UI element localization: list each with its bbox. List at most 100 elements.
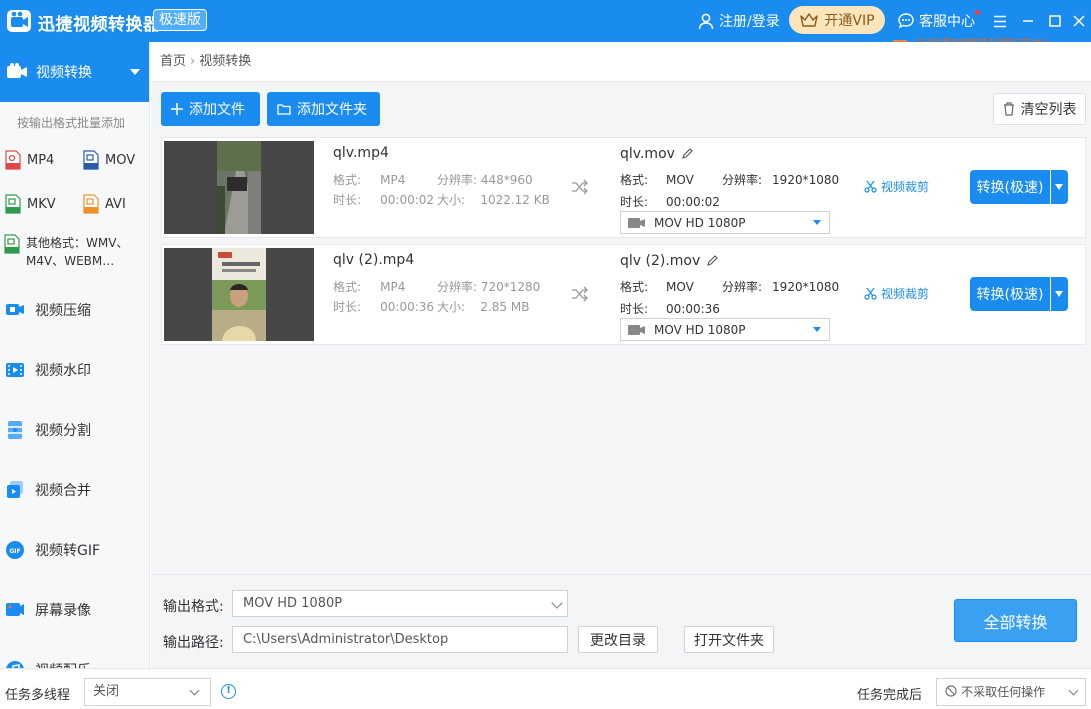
chevron-down-icon [551,597,563,609]
vip-button[interactable]: 开通VIP [789,6,885,34]
source-resolution-value: 720*1280 [480,280,541,294]
close-icon [1073,15,1085,27]
source-format: 格式: MP4 [333,278,405,295]
add-file-button[interactable]: 添加文件 [161,92,260,126]
output-settings-panel: 输出格式: MOV HD 1080P 输出路径: C:\Users\Admini… [151,574,1091,668]
minimize-icon [1023,20,1033,22]
sidebar-item-merge[interactable]: 视频合并 [0,470,149,510]
duration-key: 时长: [333,193,362,207]
output-preset-select[interactable]: MOV HD 1080P [620,211,830,234]
sidebar-item-split[interactable]: 视频分割 [0,410,149,450]
output-resolution-value: 1920*1080 [772,173,840,187]
close-button[interactable] [1067,9,1091,33]
video-crop-link[interactable]: 视频裁剪 [864,178,929,195]
maximize-button[interactable] [1043,9,1067,33]
crop-label: 视频裁剪 [881,287,930,301]
output-preset-select[interactable]: MOV HD 1080P [620,318,830,341]
menu-button[interactable] [988,9,1012,33]
after-task-label: 任务完成后 [857,688,923,703]
source-resolution-value: 448*960 [480,173,533,187]
output-format: 格式: MOV [620,171,694,188]
format-mov[interactable]: MOV [83,150,135,170]
source-file-name: qlv (2).mp4 [333,252,415,268]
user-icon [698,13,714,30]
multithread-select[interactable]: 关闭 [84,678,211,706]
source-duration: 时长: 00:00:36 [333,298,434,315]
breadcrumb-home[interactable]: 首页 [160,54,186,69]
format-label: MKV [27,196,56,212]
sidebar-item-label: 视频转换 [36,65,92,81]
source-duration-value: 00:00:02 [380,193,435,207]
convert-all-button[interactable]: 全部转换 [954,599,1077,642]
output-format-value: MOV [666,280,694,294]
format-label: MOV [105,152,136,168]
output-path-label: 输出路径: [163,635,224,651]
format-mp4[interactable]: MP4 [5,150,54,170]
output-file-name: qlv (2).mov [620,253,719,269]
edit-pencil-icon[interactable] [681,148,693,160]
sidebar-item-label: 视频配乐 [35,660,91,668]
video-thumbnail[interactable] [164,141,314,234]
file-row: qlv (2).mp4 格式: MP4 分辨率: 720*1280 时长: 00… [161,244,1086,345]
preset-value: MOV HD 1080P [654,215,746,230]
mov-file-icon [83,150,99,170]
open-folder-button[interactable]: 打开文件夹 [684,626,774,653]
convert-options-dropdown[interactable] [1051,170,1068,204]
screen-record-icon [6,603,24,616]
minimize-button[interactable] [1016,9,1040,33]
sidebar-item-screen-record[interactable]: 屏幕录像 [0,590,149,630]
info-icon[interactable]: ! [221,684,236,699]
file-row: qlv.mp4 格式: MP4 分辨率: 448*960 时长: 00:00:0… [161,137,1086,238]
chevron-down-icon [189,685,200,696]
sidebar-item-gif[interactable]: GIF 视频转GIF [0,530,149,570]
sidebar-item-music[interactable]: 视频配乐 [0,650,149,668]
edit-pencil-icon[interactable] [706,255,719,267]
folder-icon [277,104,291,115]
plus-icon [171,103,183,115]
convert-button[interactable]: 转换(极速) [970,277,1050,311]
breadcrumb: 首页 › 视频转换 [151,42,1091,82]
format-avi[interactable]: AVI [83,194,126,214]
chat-icon [898,13,914,29]
video-thumbnail[interactable] [164,248,314,341]
size-key: 大小: [437,300,466,314]
add-folder-button[interactable]: 添加文件夹 [267,92,380,126]
street-thumbnail-image [217,141,261,234]
sidebar-item-watermark[interactable]: 视频水印 [0,350,149,390]
sidebar-item-compress[interactable]: 视频压缩 [0,290,149,330]
clear-list-label: 清空列表 [1020,102,1077,118]
resolution-key: 分辨率: [722,280,763,294]
format-mkv[interactable]: MKV [5,194,56,214]
add-folder-label: 添加文件夹 [297,102,367,118]
clear-list-button[interactable]: 清空列表 [993,93,1086,125]
change-directory-button[interactable]: 更改目录 [578,626,658,653]
login-button[interactable]: 注册/登录 [697,10,780,32]
output-file-name: qlv.mov [620,146,693,162]
convert-button[interactable]: 转换(极速) [970,170,1050,204]
maximize-icon [1049,15,1061,27]
split-icon [8,421,22,439]
output-format-select[interactable]: MOV HD 1080P [232,590,568,617]
dropdown-arrow-icon [813,327,821,332]
output-resolution: 分辨率: 1920*1080 [722,278,839,295]
output-format-label: 输出格式: [163,599,224,615]
source-resolution: 分辨率: 448*960 [437,171,533,188]
video-crop-link[interactable]: 视频裁剪 [864,285,929,302]
resolution-key: 分辨率: [437,173,478,187]
format-other[interactable]: 其他格式：WMV、M4V、WEBM… [4,234,138,270]
after-task-select[interactable]: 不采取任何操作 [936,678,1086,706]
add-file-label: 添加文件 [189,102,245,118]
source-format-value: MP4 [380,280,406,294]
mp4-file-icon [5,150,21,170]
source-resolution: 分辨率: 720*1280 [437,278,540,295]
duration-key: 时长: [620,302,649,316]
output-format: 格式: MOV [620,278,694,295]
sidebar: 视频转换 按输出格式批量添加 MP4 MOV MKV AVI 其他格式：WMV、… [0,42,150,668]
convert-options-dropdown[interactable] [1051,277,1068,311]
sidebar-item-video-convert[interactable]: 视频转换 [0,42,149,102]
format-key: 格式: [333,173,362,187]
output-path-field[interactable]: C:\Users\Administrator\Desktop [232,626,568,653]
format-key: 格式: [620,173,649,187]
app-logo-icon [7,10,31,32]
customer-service-button[interactable]: 客服中心 [897,10,980,32]
